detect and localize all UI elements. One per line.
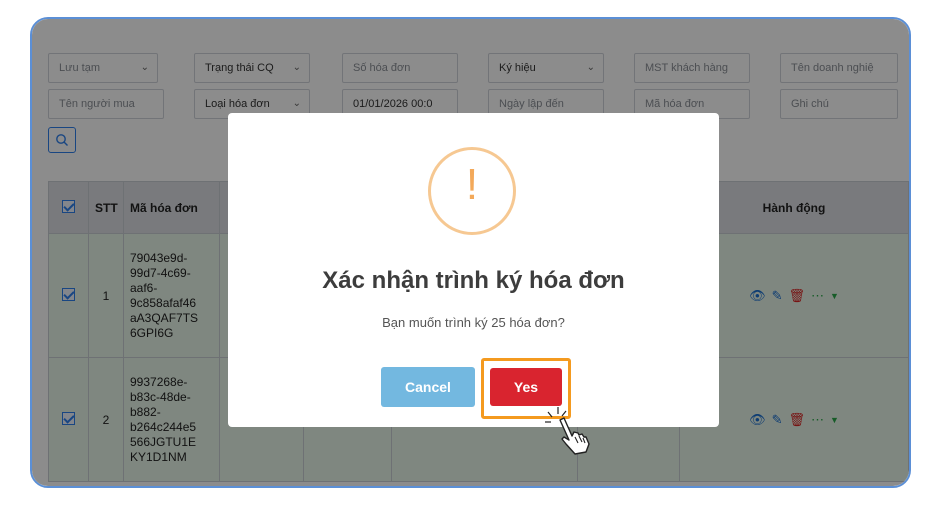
warning-mark: ! bbox=[465, 160, 479, 209]
confirm-dialog: ! Xác nhận trình ký hóa đơn Bạn muốn trì… bbox=[228, 113, 719, 455]
invoice-app: Lưu tạm ⌄ Trạng thái CQ ⌄ Số hóa đơn Ký … bbox=[32, 19, 909, 486]
yes-button[interactable]: Yes bbox=[490, 368, 562, 406]
warning-icon: ! bbox=[428, 147, 516, 235]
dialog-message: Bạn muốn trình ký 25 hóa đơn? bbox=[382, 315, 565, 330]
app-frame: Lưu tạm ⌄ Trạng thái CQ ⌄ Số hóa đơn Ký … bbox=[30, 17, 911, 488]
hand-pointer-cursor-icon bbox=[545, 407, 590, 455]
cancel-button[interactable]: Cancel bbox=[381, 367, 475, 407]
dialog-title: Xác nhận trình ký hóa đơn bbox=[322, 267, 625, 294]
